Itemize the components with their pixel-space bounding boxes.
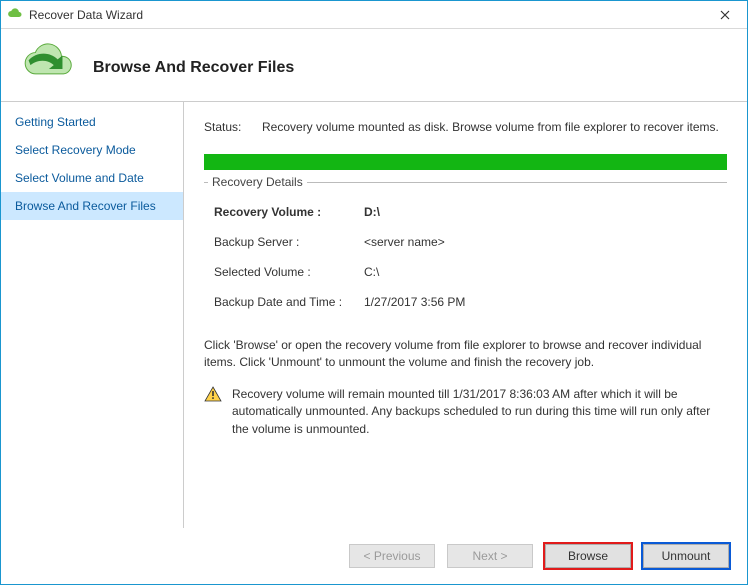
- backup-server-value: <server name>: [364, 235, 445, 249]
- step-select-recovery-mode[interactable]: Select Recovery Mode: [1, 136, 183, 164]
- warning-icon: [204, 386, 222, 438]
- progress-bar: [204, 154, 727, 170]
- recovery-volume-label: Recovery Volume :: [214, 205, 364, 219]
- page-heading: Browse And Recover Files: [93, 59, 294, 77]
- recovery-details-legend: Recovery Details: [208, 175, 307, 189]
- selected-volume-label: Selected Volume :: [214, 265, 364, 279]
- selected-volume-value: C:\: [364, 265, 379, 279]
- recovery-volume-value: D:\: [364, 205, 380, 219]
- browse-button[interactable]: Browse: [545, 544, 631, 568]
- wizard-body: Getting Started Select Recovery Mode Sel…: [1, 101, 747, 528]
- wizard-button-row: < Previous Next > Browse Unmount: [1, 528, 747, 584]
- backup-time-value: 1/27/2017 3:56 PM: [364, 295, 465, 309]
- previous-button[interactable]: < Previous: [349, 544, 435, 568]
- recover-data-wizard-window: Recover Data Wizard Browse And Recover F…: [0, 0, 748, 585]
- status-text: Recovery volume mounted as disk. Browse …: [262, 120, 719, 134]
- wizard-content: Status: Recovery volume mounted as disk.…: [184, 102, 747, 528]
- warning-text: Recovery volume will remain mounted till…: [232, 386, 727, 438]
- recovery-details-group: Recovery Details Recovery Volume : D:\ B…: [204, 182, 727, 321]
- step-getting-started[interactable]: Getting Started: [1, 108, 183, 136]
- window-title: Recover Data Wizard: [29, 8, 705, 22]
- warning-row: Recovery volume will remain mounted till…: [204, 386, 727, 438]
- step-select-volume-and-date[interactable]: Select Volume and Date: [1, 164, 183, 192]
- titlebar: Recover Data Wizard: [1, 1, 747, 29]
- wizard-header: Browse And Recover Files: [1, 29, 747, 101]
- row-backup-server: Backup Server : <server name>: [210, 227, 721, 257]
- next-button[interactable]: Next >: [447, 544, 533, 568]
- instructions-text: Click 'Browse' or open the recovery volu…: [204, 337, 727, 372]
- step-browse-and-recover-files[interactable]: Browse And Recover Files: [1, 192, 183, 220]
- row-recovery-volume: Recovery Volume : D:\: [210, 197, 721, 227]
- app-cloud-icon: [7, 7, 23, 23]
- status-row: Status: Recovery volume mounted as disk.…: [204, 120, 727, 134]
- row-backup-time: Backup Date and Time : 1/27/2017 3:56 PM: [210, 287, 721, 317]
- wizard-steps-sidebar: Getting Started Select Recovery Mode Sel…: [1, 102, 184, 528]
- status-label: Status:: [204, 120, 262, 134]
- wizard-cloud-arrow-icon: [15, 39, 77, 83]
- backup-server-label: Backup Server :: [214, 235, 364, 249]
- backup-time-label: Backup Date and Time :: [214, 295, 364, 309]
- row-selected-volume: Selected Volume : C:\: [210, 257, 721, 287]
- close-button[interactable]: [705, 2, 745, 28]
- unmount-button[interactable]: Unmount: [643, 544, 729, 568]
